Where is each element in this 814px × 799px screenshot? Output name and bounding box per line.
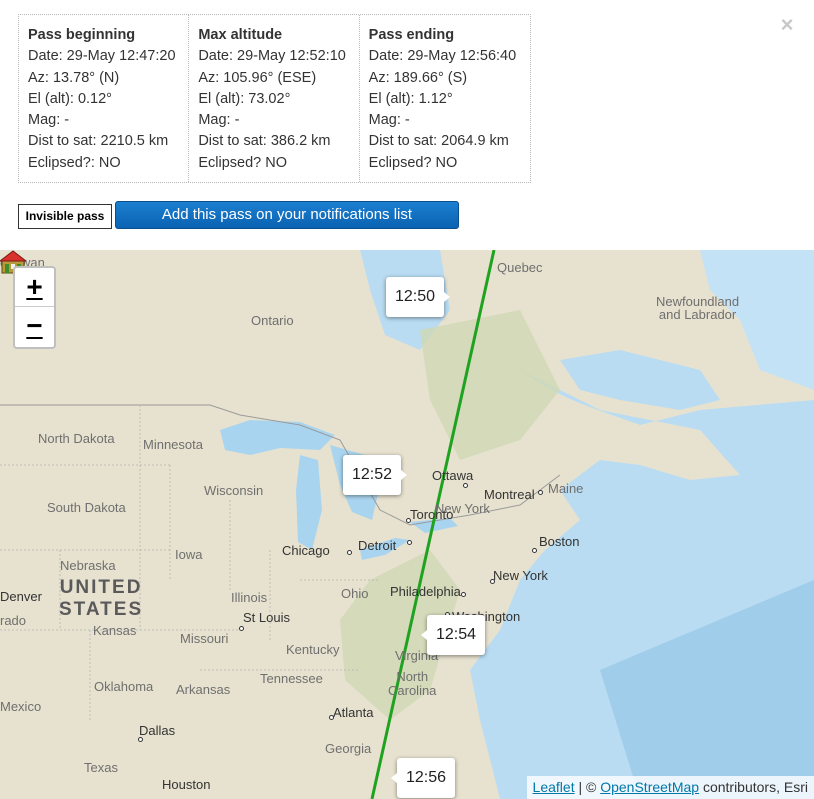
city-toronto: Toronto [410, 507, 454, 522]
pass-ending-eclipsed: Eclipsed? NO [368, 154, 458, 171]
city-ottawa-dot [463, 483, 468, 488]
pass-ending-date: Date: 29-May 12:56:40 [368, 48, 517, 65]
city-chicago-dot [347, 550, 352, 555]
time-label-1250: 12:50 [386, 277, 450, 317]
city-detroit: Detroit [358, 538, 397, 553]
label-north-carolina: North Carolina [388, 669, 437, 698]
label-kentucky: Kentucky [286, 642, 340, 657]
pass-map[interactable]: Quebec Ontario Newfoundland and Labrador… [0, 250, 814, 799]
label-iowa: Iowa [175, 547, 203, 562]
pass-beginning-title: Pass beginning [28, 27, 136, 43]
max-altitude-magnitude: Mag: - [198, 112, 240, 129]
close-icon[interactable]: × [776, 14, 798, 36]
city-montreal: Montreal [484, 487, 535, 502]
label-arkansas: Arkansas [176, 682, 231, 697]
zoom-in-button[interactable]: + [15, 268, 54, 307]
label-wisconsin: Wisconsin [204, 483, 264, 498]
max-altitude-azimuth: Az: 105.96° (ESE) [198, 69, 317, 86]
pass-ending-column: Pass ending Date: 29-May 12:56:40 Az: 18… [360, 15, 530, 182]
city-houston: Houston [162, 777, 211, 792]
city-st-louis: St Louis [243, 610, 290, 625]
city-dallas-dot [138, 737, 143, 742]
time-label-1254: 12:54 [421, 615, 485, 655]
pass-beginning-azimuth: Az: 13.78° (N) [28, 69, 120, 86]
pass-beginning-column: Pass beginning Date: 29-May 12:47:20 Az:… [19, 15, 190, 182]
city-philadelphia: Philadelphia [390, 584, 461, 599]
pass-ending-title: Pass ending [368, 27, 455, 43]
label-quebec: Quebec [497, 260, 543, 275]
city-dallas: Dallas [139, 723, 176, 738]
max-altitude-elevation: El (alt): 73.02° [198, 90, 291, 107]
leaflet-link[interactable]: Leaflet [533, 779, 575, 795]
label-newfoundland: Newfoundland and Labrador [656, 294, 740, 322]
label-minnesota: Minnesota [143, 437, 203, 452]
label-tennessee: Tennessee [260, 671, 323, 686]
pass-beginning-date: Date: 29-May 12:47:20 [28, 48, 176, 65]
zoom-control: + − [13, 266, 56, 349]
pass-ending-distance: Dist to sat: 2064.9 km [368, 133, 509, 150]
city-denver: Denver [0, 589, 42, 604]
invisible-pass-button[interactable]: Invisible pass [18, 204, 112, 229]
label-texas: Texas [84, 760, 118, 775]
label-colorado: rado [0, 613, 27, 628]
label-mexico: Mexico [0, 699, 42, 714]
max-altitude-title: Max altitude [198, 27, 283, 43]
city-philadelphia-dot [461, 592, 466, 597]
label-united-states: UNITED STATES [59, 577, 144, 620]
map-base-layer [0, 250, 814, 799]
city-boston: Boston [539, 534, 580, 549]
pass-beginning-elevation: El (alt): 0.12° [28, 90, 112, 107]
city-new-york: New York [493, 568, 548, 583]
city-ottawa: Ottawa [432, 468, 474, 483]
max-altitude-distance: Dist to sat: 386.2 km [198, 133, 331, 150]
pass-beginning-magnitude: Mag: - [28, 112, 70, 129]
pass-beginning-distance: Dist to sat: 2210.5 km [28, 133, 169, 150]
label-nebraska: Nebraska [60, 558, 116, 573]
add-notification-button[interactable]: Add this pass on your notifications list [115, 201, 459, 229]
label-illinois: Illinois [231, 590, 268, 605]
openstreetmap-link[interactable]: OpenStreetMap [600, 779, 699, 795]
city-toronto-dot [406, 518, 411, 523]
time-label-1256: 12:56 [391, 758, 455, 798]
label-maine: Maine [548, 481, 584, 496]
city-montreal-dot [538, 490, 543, 495]
label-oklahoma: Oklahoma [94, 679, 154, 694]
max-altitude-column: Max altitude Date: 29-May 12:52:10 Az: 1… [189, 15, 360, 182]
city-atlanta-dot [329, 715, 334, 720]
pass-beginning-eclipsed: Eclipsed?: NO [28, 154, 121, 171]
city-new-york-dot [490, 579, 495, 584]
city-atlanta: Atlanta [333, 705, 374, 720]
map-attribution: Leaflet | © OpenStreetMap contributors, … [526, 776, 814, 799]
label-ohio: Ohio [341, 586, 369, 601]
label-missouri: Missouri [180, 631, 229, 646]
pass-details-table: Pass beginning Date: 29-May 12:47:20 Az:… [18, 14, 531, 183]
city-st-louis-dot [239, 626, 244, 631]
label-south-dakota: South Dakota [47, 500, 126, 515]
attribution-separator: | © [574, 779, 601, 795]
label-ontario: Ontario [251, 313, 294, 328]
city-detroit-dot [407, 540, 412, 545]
city-chicago: Chicago [282, 543, 330, 558]
pass-ending-magnitude: Mag: - [368, 112, 410, 129]
label-north-dakota: North Dakota [38, 431, 115, 446]
zoom-out-button[interactable]: − [15, 307, 54, 346]
pass-ending-elevation: El (alt): 1.12° [368, 90, 453, 107]
pass-ending-azimuth: Az: 189.66° (S) [368, 69, 468, 86]
label-georgia: Georgia [325, 741, 372, 756]
city-boston-dot [532, 548, 537, 553]
time-label-1252: 12:52 [343, 455, 407, 495]
label-kansas: Kansas [93, 623, 137, 638]
max-altitude-date: Date: 29-May 12:52:10 [198, 48, 346, 65]
max-altitude-eclipsed: Eclipsed? NO [198, 154, 287, 171]
attribution-suffix: contributors, Esri [699, 779, 808, 795]
